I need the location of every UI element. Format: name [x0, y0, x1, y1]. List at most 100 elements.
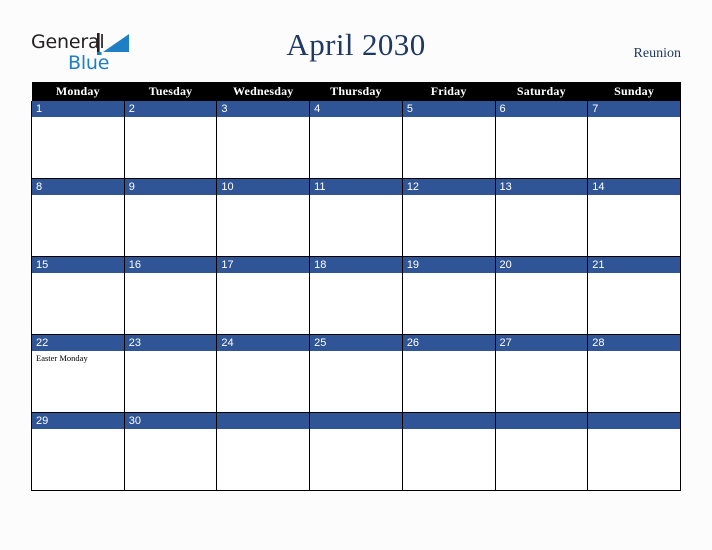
calendar-grid: Monday Tuesday Wednesday Thursday Friday… — [31, 82, 681, 491]
calendar-day-cell[interactable]: 22 Easter Monday — [31, 334, 125, 413]
day-events — [217, 273, 309, 275]
day-number: 15 — [32, 257, 124, 273]
calendar-day-cell[interactable] — [401, 412, 496, 491]
calendar-day-cell[interactable]: 8 — [31, 178, 125, 257]
day-events — [310, 273, 402, 275]
calendar-day-cell[interactable]: 9 — [123, 178, 218, 257]
calendar-week-row: 8 9 10 11 12 13 14 — [31, 178, 681, 257]
day-number: 1 — [32, 101, 124, 117]
calendar-day-cell[interactable]: 3 — [216, 101, 311, 179]
calendar-day-cell[interactable]: 10 — [216, 178, 311, 257]
calendar-day-cell[interactable]: 5 — [401, 101, 496, 179]
day-number: 18 — [310, 257, 402, 273]
day-number: 10 — [217, 179, 310, 195]
calendar-day-cell[interactable] — [587, 412, 681, 491]
calendar-day-cell[interactable]: 23 — [123, 334, 218, 413]
day-events — [588, 351, 680, 353]
day-number: 26 — [402, 335, 495, 351]
calendar-day-cell[interactable] — [309, 412, 403, 491]
calendar-day-cell[interactable]: 21 — [587, 256, 681, 335]
calendar-day-cell[interactable] — [216, 412, 311, 491]
day-events — [125, 273, 217, 275]
day-events — [310, 429, 402, 431]
day-events — [588, 195, 680, 197]
calendar-day-cell[interactable]: 12 — [401, 178, 496, 257]
weekday-header-thursday: Thursday — [309, 82, 403, 101]
day-number: 27 — [495, 335, 588, 351]
calendar-day-cell[interactable]: 27 — [494, 334, 589, 413]
day-events — [125, 195, 217, 197]
day-number: 19 — [402, 257, 495, 273]
calendar-week-row: 1234567 — [31, 101, 681, 179]
calendar-day-cell[interactable]: 25 — [309, 334, 403, 413]
weekday-header-monday: Monday — [31, 82, 125, 101]
day-events — [310, 117, 402, 119]
day-number — [402, 413, 495, 429]
day-events — [496, 195, 588, 197]
calendar-week-row: 15 16 17 18 19 20 21 — [31, 256, 681, 335]
calendar-day-cell[interactable]: 19 — [401, 256, 496, 335]
calendar-day-cell[interactable]: 29 — [31, 412, 125, 491]
day-number: 28 — [588, 335, 680, 351]
day-number: 23 — [124, 335, 217, 351]
day-events — [125, 429, 217, 431]
calendar-week-row: 22 Easter Monday 23 24 25 26 27 28 — [31, 334, 681, 413]
day-events — [588, 429, 680, 431]
day-events — [588, 117, 680, 119]
day-number — [588, 413, 680, 429]
calendar-day-cell[interactable]: 16 — [123, 256, 218, 335]
day-events — [310, 195, 402, 197]
day-number: 21 — [588, 257, 680, 273]
day-events — [32, 117, 124, 119]
day-number: 25 — [310, 335, 402, 351]
day-events — [125, 351, 217, 353]
page-title: April 2030 — [286, 27, 426, 62]
calendar-day-cell[interactable]: 4 — [309, 101, 403, 179]
day-events — [496, 351, 588, 353]
day-events — [310, 351, 402, 353]
calendar-day-cell[interactable]: 1 — [31, 101, 125, 179]
calendar-day-cell[interactable]: 11 — [309, 178, 403, 257]
calendar-week-row: 29 30 — [31, 412, 681, 491]
calendar-day-cell[interactable]: 15 — [31, 256, 125, 335]
calendar-day-cell[interactable]: 24 — [216, 334, 311, 413]
day-number: 2 — [124, 101, 217, 117]
calendar-day-cell[interactable] — [494, 412, 589, 491]
calendar-day-cell[interactable]: 30 — [123, 412, 218, 491]
calendar-day-cell[interactable]: 13 — [494, 178, 589, 257]
day-number: 16 — [124, 257, 217, 273]
calendar-day-cell[interactable]: 26 — [401, 334, 496, 413]
day-number — [495, 413, 588, 429]
day-events — [496, 117, 588, 119]
day-number: 30 — [124, 413, 217, 429]
day-number — [310, 413, 402, 429]
page-header: General Blue April 2030 Reunion — [0, 0, 712, 82]
day-number: 20 — [495, 257, 588, 273]
day-events — [125, 117, 217, 119]
calendar-day-cell[interactable]: 28 — [587, 334, 681, 413]
calendar-day-cell[interactable]: 18 — [309, 256, 403, 335]
day-events — [403, 195, 495, 197]
calendar-body: 1 2 3 4 5 6 7 8 9 10 11 12 13 14 15 16 17 18 19 20 21 22 Easte… — [31, 101, 681, 491]
day-number: 22 — [32, 335, 124, 351]
day-events — [217, 117, 309, 119]
day-number: 4 — [310, 101, 402, 117]
day-events — [32, 273, 124, 275]
day-events — [403, 273, 495, 275]
calendar-day-cell[interactable]: 7 — [587, 101, 681, 179]
calendar-day-cell[interactable]: 14 — [587, 178, 681, 257]
calendar-day-cell[interactable]: 6 — [494, 101, 589, 179]
day-events — [403, 351, 495, 353]
event-label: Easter Monday — [36, 353, 88, 363]
day-number: 24 — [217, 335, 310, 351]
day-number: 29 — [32, 413, 124, 429]
day-number: 6 — [495, 101, 588, 117]
day-number: 11 — [310, 179, 402, 195]
calendar-day-cell[interactable]: 17 — [216, 256, 311, 335]
calendar-day-cell[interactable]: 20 — [494, 256, 589, 335]
day-events — [496, 429, 588, 431]
day-number: 17 — [217, 257, 310, 273]
calendar-day-cell[interactable]: 2 — [123, 101, 218, 179]
day-number: 13 — [495, 179, 588, 195]
day-events — [217, 351, 309, 353]
